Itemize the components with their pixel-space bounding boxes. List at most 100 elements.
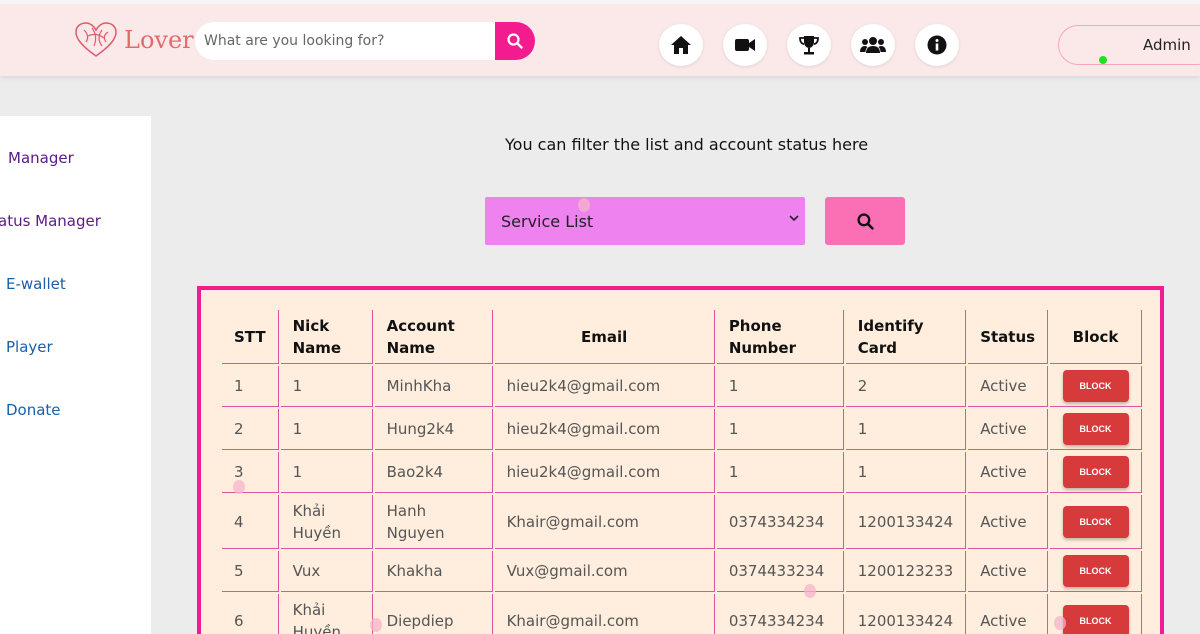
- chevron-down-icon: [789, 215, 799, 222]
- table-row: 2 1 Hung2k4 hieu2k4@gmail.com 1 1 Active…: [222, 409, 1142, 450]
- cell-block: BLOCK: [1050, 452, 1142, 493]
- cell-nick-name: Vux: [280, 551, 373, 592]
- table-row: 3 1 Bao2k4 hieu2k4@gmail.com 1 1 Active …: [222, 452, 1142, 493]
- cell-identify-card: 1: [845, 452, 967, 493]
- petal-decoration: [804, 584, 816, 598]
- search-icon: [856, 212, 874, 230]
- trophy-button[interactable]: [787, 24, 831, 66]
- cell-block: BLOCK: [1050, 495, 1142, 549]
- cell-account-name: MinhKha: [374, 366, 493, 407]
- cell-email: Khair@gmail.com: [494, 495, 715, 549]
- col-phone-number: Phone Number: [716, 310, 844, 364]
- cell-status: Active: [968, 495, 1049, 549]
- petal-decoration: [578, 198, 590, 212]
- col-nick-name: Nick Name: [280, 310, 373, 364]
- cell-block: BLOCK: [1050, 366, 1142, 407]
- cell-nick-name: 1: [280, 366, 373, 407]
- block-button[interactable]: BLOCK: [1062, 555, 1129, 587]
- col-account-name: Account Name: [374, 310, 493, 364]
- col-email: Email: [494, 310, 715, 364]
- info-icon: [927, 35, 947, 55]
- petal-decoration: [233, 480, 245, 494]
- sidebar-item-status-manager[interactable]: atus Manager: [0, 212, 101, 230]
- col-status: Status: [968, 310, 1049, 364]
- cell-status: Active: [968, 452, 1049, 493]
- cell-status: Active: [968, 551, 1049, 592]
- search-bar: [195, 22, 535, 60]
- block-button[interactable]: BLOCK: [1062, 413, 1129, 445]
- cell-nick-name: 1: [280, 409, 373, 450]
- cell-phone: 0374334234: [717, 594, 844, 634]
- cell-nick-name: 1: [280, 452, 373, 493]
- col-block: Block: [1050, 310, 1142, 364]
- petal-decoration: [1054, 616, 1066, 630]
- cell-account-name: Bao2k4: [374, 452, 493, 493]
- cell-account-name: Diepdiep: [375, 594, 493, 634]
- table-row: 4 Khải Huyền Hanh Nguyen Khair@gmail.com…: [222, 495, 1142, 549]
- cell-identify-card: 2: [845, 366, 967, 407]
- cell-email: hieu2k4@gmail.com: [494, 452, 715, 493]
- cell-phone: 1: [716, 366, 844, 407]
- filter-search-button[interactable]: [825, 197, 905, 245]
- cell-identify-card: 1: [845, 409, 967, 450]
- cell-email: hieu2k4@gmail.com: [494, 409, 715, 450]
- cell-phone: 0374334234: [716, 495, 844, 549]
- cell-status: Active: [968, 409, 1049, 450]
- sidebar-item-player[interactable]: Player: [6, 338, 53, 356]
- cell-identify-card: 1200123233: [845, 551, 967, 592]
- cell-account-name: Hung2k4: [374, 409, 493, 450]
- cell-status: Active: [968, 366, 1049, 407]
- col-identify-card: Identify Card: [845, 310, 967, 364]
- sidebar-item-donate[interactable]: Donate: [6, 401, 61, 419]
- search-input[interactable]: [195, 22, 495, 60]
- table-header-row: STT Nick Name Account Name Email Phone N…: [222, 310, 1142, 364]
- cell-email: Vux@gmail.com: [494, 551, 715, 592]
- cell-stt: 5: [222, 551, 279, 592]
- cell-block: BLOCK: [1050, 409, 1142, 450]
- table-row: 5 Vux Khakha Vux@gmail.com 0374433234 12…: [222, 551, 1142, 592]
- trophy-icon: [799, 36, 819, 55]
- cell-stt: 6: [222, 594, 279, 634]
- accounts-table-container: STT Nick Name Account Name Email Phone N…: [197, 286, 1164, 634]
- cell-stt: 1: [222, 366, 279, 407]
- col-stt: STT: [222, 310, 279, 364]
- block-button[interactable]: BLOCK: [1062, 604, 1129, 634]
- cell-phone: 0374433234: [716, 551, 844, 592]
- cell-phone: 1: [716, 409, 844, 450]
- cell-stt: 2: [222, 409, 279, 450]
- cell-email: hieu2k4@gmail.com: [494, 366, 715, 407]
- petal-decoration: [370, 618, 382, 632]
- cell-block: BLOCK: [1050, 551, 1142, 592]
- cell-identify-card: 1200133424: [845, 495, 967, 549]
- cell-nick-name: Khải Huyền: [281, 594, 373, 634]
- home-button[interactable]: [659, 24, 703, 66]
- cell-phone: 1: [716, 452, 844, 493]
- cell-stt: 4: [222, 495, 279, 549]
- logo[interactable]: Lover: [74, 22, 194, 58]
- block-button[interactable]: BLOCK: [1062, 505, 1129, 538]
- sidebar-item-manager[interactable]: Manager: [8, 149, 74, 167]
- sidebar-item-e-wallet[interactable]: E-wallet: [6, 275, 66, 293]
- search-button[interactable]: [495, 22, 535, 60]
- logo-text: Lover: [124, 26, 194, 54]
- accounts-table: STT Nick Name Account Name Email Phone N…: [220, 308, 1144, 634]
- info-button[interactable]: [915, 24, 959, 66]
- users-icon: [860, 37, 886, 53]
- friends-button[interactable]: [851, 24, 895, 66]
- cell-account-name: Khakha: [374, 551, 493, 592]
- user-menu[interactable]: Admin: [1058, 25, 1200, 65]
- heart-logo-icon: [75, 22, 117, 57]
- table-row: 1 1 MinhKha hieu2k4@gmail.com 1 2 Active…: [222, 366, 1142, 407]
- cell-identify-card: 1200133424: [846, 594, 967, 634]
- table-row: 6 Khải Huyền Diepdiep Khair@gmail.com 03…: [222, 594, 1142, 634]
- cell-status: Active: [968, 594, 1049, 634]
- cell-account-name: Hanh Nguyen: [374, 495, 493, 549]
- user-name: Admin: [1143, 36, 1191, 54]
- service-select-value: Service List: [501, 211, 594, 231]
- service-select[interactable]: Service List: [485, 197, 805, 245]
- block-button[interactable]: BLOCK: [1062, 370, 1129, 402]
- video-button[interactable]: [723, 24, 767, 66]
- sidebar: Manager atus Manager E-wallet Player Don…: [0, 116, 151, 634]
- block-button[interactable]: BLOCK: [1062, 456, 1129, 488]
- top-header: Lover What are you looking for? Admin: [0, 0, 1200, 76]
